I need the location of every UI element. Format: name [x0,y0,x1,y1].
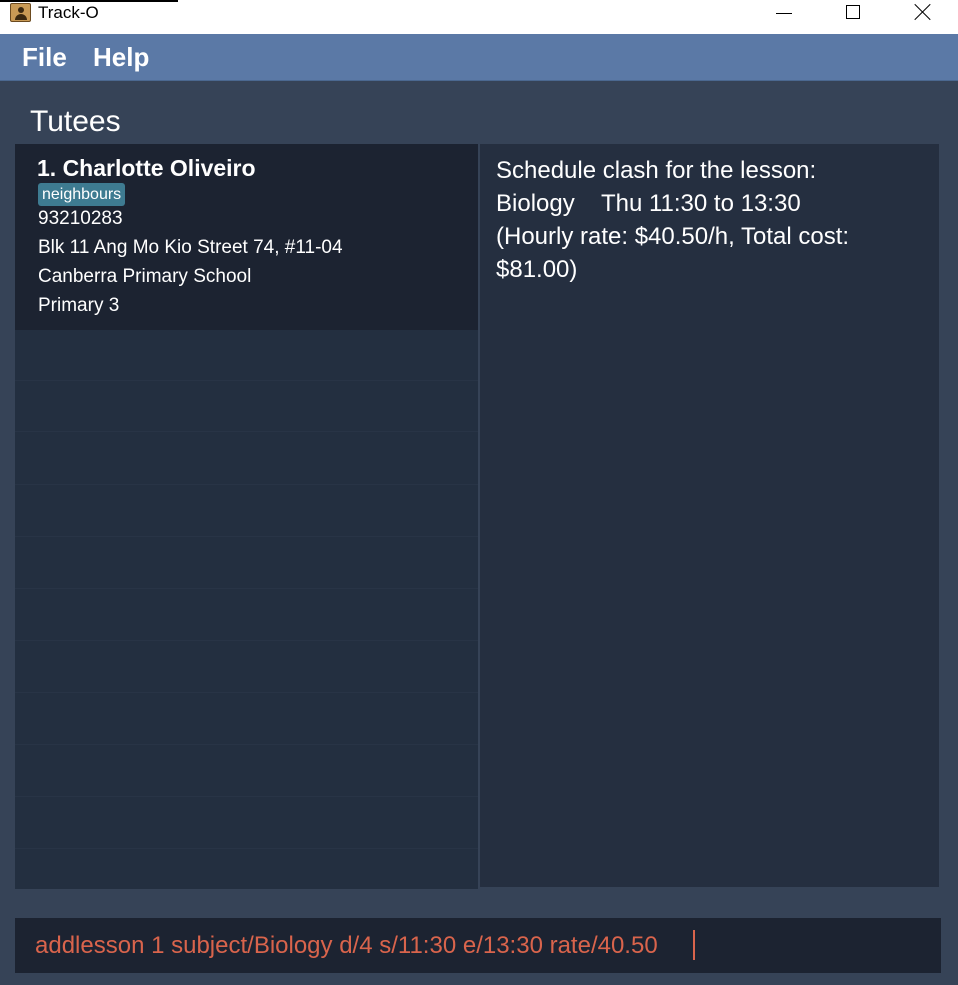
list-row-divider [15,640,478,641]
tutee-address: Blk 11 Ang Mo Kio Street 74, #11-04 [38,237,343,258]
list-row-divider [15,536,478,537]
address-book-icon-body [15,14,27,20]
tutee-name: 1. Charlotte Oliveiro [37,155,256,181]
list-row-divider [15,848,478,849]
text-caret [693,930,695,960]
list-row-divider [15,484,478,485]
list-row-divider [15,431,478,432]
tutee-tag: neighbours [38,183,126,206]
minimize-icon [776,13,792,14]
command-box[interactable] [15,918,941,973]
menu-file[interactable]: File [22,42,67,72]
tutee-level: Primary 3 [38,295,120,316]
command-input[interactable] [15,918,941,973]
main-area: Tutees 1. Charlotte Oliveiro neighbours … [0,81,958,985]
title-bar-edge [0,0,178,2]
page-title: Tutees [30,105,121,138]
list-row-divider [15,692,478,693]
list-row-divider [15,380,478,381]
address-book-icon [10,3,31,22]
maximize-icon [846,5,860,19]
list-row-divider [15,744,478,745]
menu-help[interactable]: Help [93,42,149,72]
tutee-school: Canberra Primary School [38,266,252,287]
maximize-button[interactable] [830,0,876,28]
title-bar: Track-O [0,0,958,34]
result-display: Schedule clash for the lesson: Biology T… [480,144,939,887]
address-book-icon-head [18,7,24,13]
tutee-list[interactable]: 1. Charlotte Oliveiro neighbours 9321028… [15,144,478,889]
menu-bar: File Help [0,34,958,81]
app-window: Track-O File Help Tutees 1. Charlotte Ol… [0,0,958,985]
close-icon [914,3,932,21]
list-row-divider [15,588,478,589]
result-message: Schedule clash for the lesson: Biology T… [496,157,850,283]
close-button[interactable] [900,0,946,28]
tutee-card[interactable]: 1. Charlotte Oliveiro neighbours 9321028… [15,144,478,330]
list-row-divider [15,796,478,797]
minimize-button[interactable] [760,0,806,28]
tutee-phone: 93210283 [38,208,123,229]
window-title: Track-O [38,3,99,22]
